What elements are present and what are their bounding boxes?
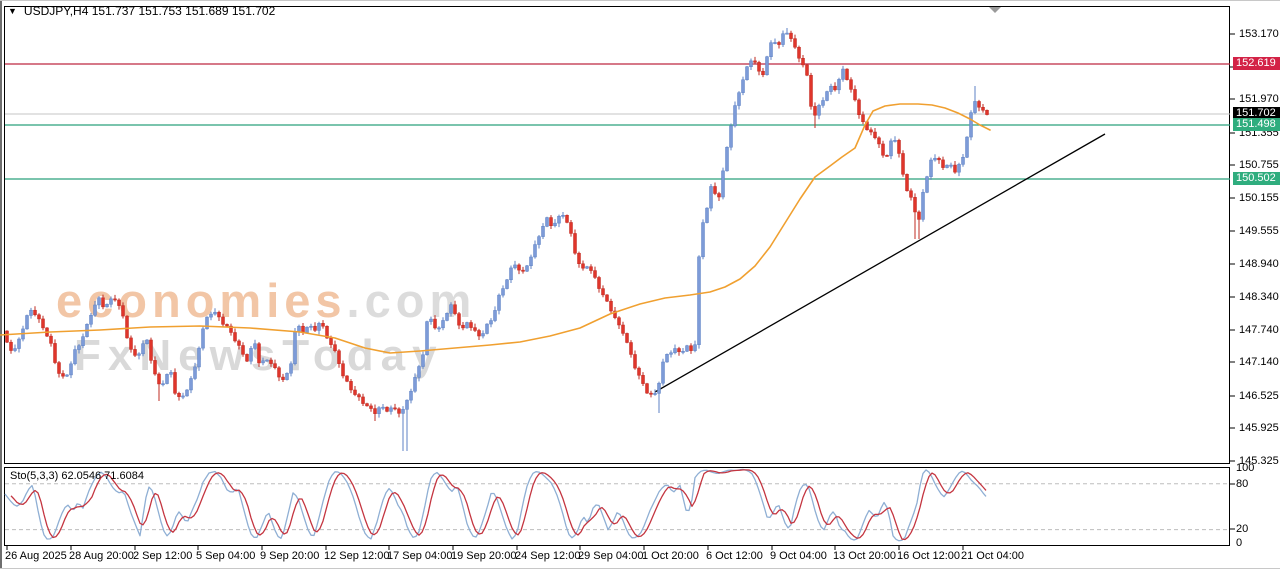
chart-menu-icon: ▼ xyxy=(8,6,17,16)
chart-window: ▼ USDJPY,H4 151.737 151.753 151.689 151.7… xyxy=(0,0,1280,569)
chart-title: ▼ USDJPY,H4 151.737 151.753 151.689 151.7… xyxy=(8,4,275,18)
stochastic-pane[interactable] xyxy=(4,467,1230,546)
chart-title-text: USDJPY,H4 151.737 151.753 151.689 151.70… xyxy=(24,4,275,18)
price-axis[interactable] xyxy=(1231,6,1280,546)
time-axis[interactable] xyxy=(4,546,1230,566)
stochastic-label: Sto(5,3,3) 62.0546 71.6084 xyxy=(10,470,144,482)
price-badge: 151.498 xyxy=(1233,118,1280,131)
price-badge: 152.619 xyxy=(1233,57,1280,70)
main-chart-pane[interactable] xyxy=(4,6,1230,464)
price-badge: 150.502 xyxy=(1233,172,1280,185)
